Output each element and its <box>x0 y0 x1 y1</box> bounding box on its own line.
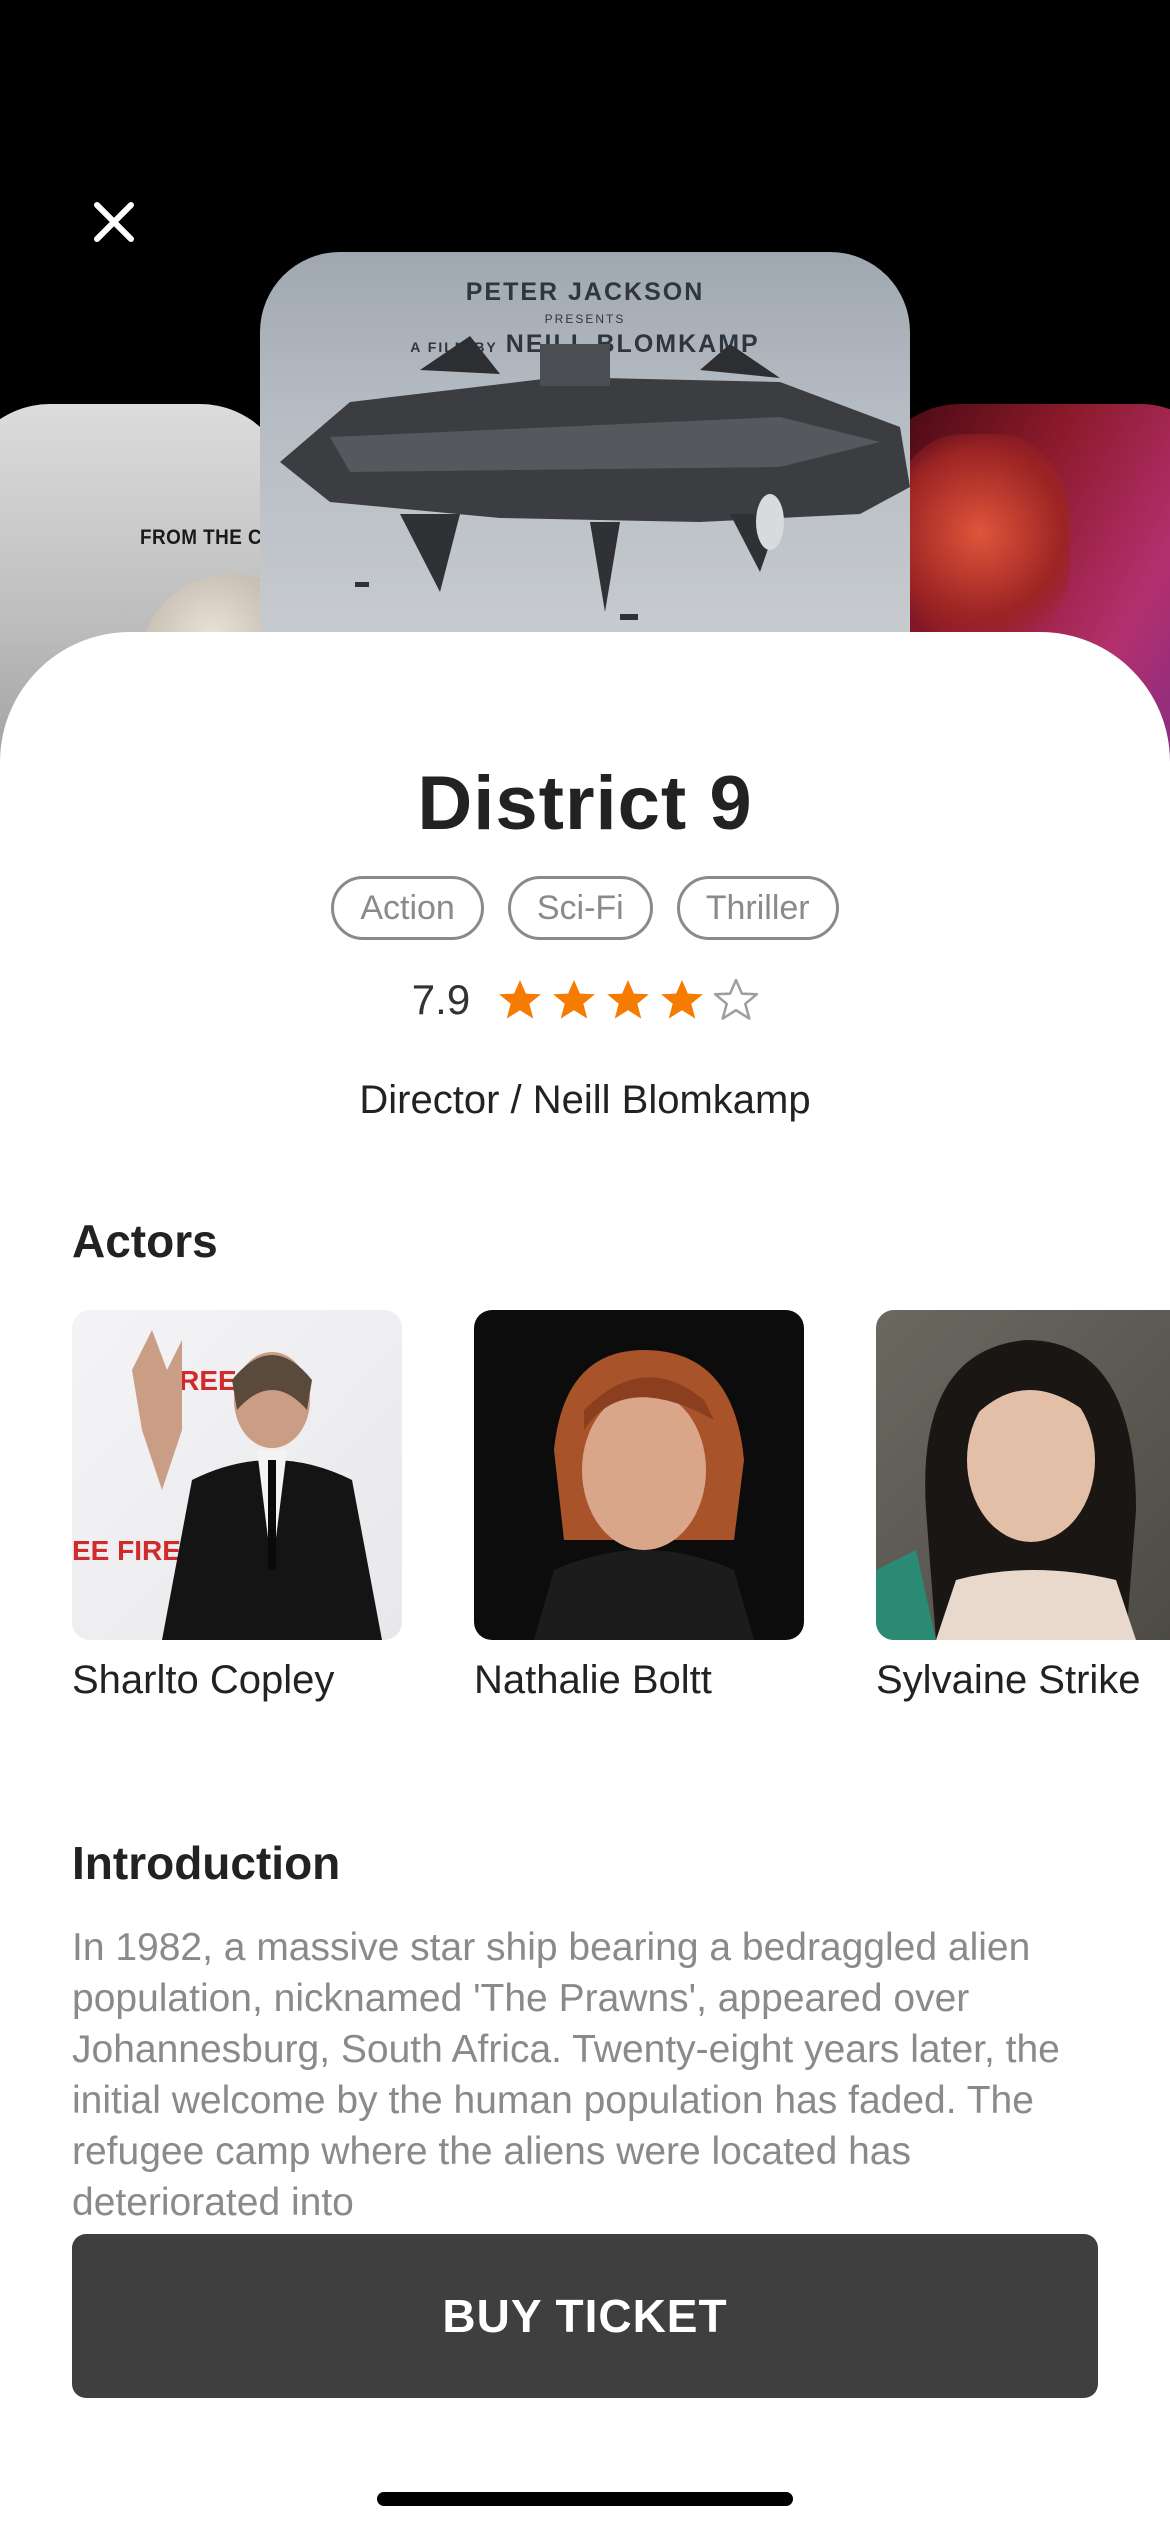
genre-tag: Sci-Fi <box>507 876 653 940</box>
actor-name: Sharlto Copley <box>72 1658 335 1702</box>
actor-photo <box>474 1310 804 1640</box>
rating-score: 7.9 <box>411 976 471 1023</box>
actor-photo-image: FREE FI EE FIRE <box>72 1330 382 1640</box>
actor-photo-image <box>534 1350 754 1640</box>
introduction-heading: Introduction <box>72 1837 341 1889</box>
director: Director / Neill Blomkamp <box>359 1078 811 1122</box>
actors-heading: Actors <box>72 1215 218 1267</box>
introduction-text: In 1982, a massive star ship bearing a b… <box>72 1926 1060 2222</box>
buy-ticket-button[interactable]: BUY TICKET <box>72 2234 1098 2398</box>
poster-tagline: FROM THE CR <box>140 526 277 549</box>
actor-list[interactable]: FREE FI EE FIRE Sharlto Copley Nathalie … <box>72 1310 1170 1703</box>
actor-photo-image <box>876 1340 1136 1640</box>
star-filled-icon <box>553 980 596 1019</box>
poster-current[interactable]: PETER JACKSON PRESENTS A FILM BY NEILL BL… <box>260 252 910 652</box>
home-indicator[interactable] <box>377 2492 793 2506</box>
genre-tag: Action <box>331 876 484 940</box>
close-icon <box>94 202 134 242</box>
genre-tag: Thriller <box>676 876 839 940</box>
genre-list: Action Sci-Fi Thriller <box>0 876 1170 940</box>
actor-photo <box>876 1310 1170 1640</box>
movie-title: District 9 <box>417 761 753 846</box>
star-filled-icon <box>607 980 650 1019</box>
svg-text:EE FIRE: EE FIRE <box>72 1535 181 1566</box>
actor-card[interactable]: Sylvaine Strike <box>876 1310 1170 1703</box>
rating: 7.9 <box>0 976 1170 1024</box>
actor-card[interactable]: Nathalie Boltt <box>474 1310 804 1703</box>
actor-name: Nathalie Boltt <box>474 1658 712 1702</box>
star-filled-icon <box>499 980 542 1019</box>
close-button[interactable] <box>72 180 156 264</box>
actor-photo: FREE FI EE FIRE <box>72 1310 402 1640</box>
poster-face-image <box>890 434 1070 654</box>
star-filled-icon <box>661 980 704 1019</box>
actor-name: Sylvaine Strike <box>876 1658 1141 1702</box>
star-rating <box>498 978 759 1022</box>
spaceship-illustration <box>280 336 910 620</box>
actor-card[interactable]: FREE FI EE FIRE Sharlto Copley <box>72 1310 402 1703</box>
movie-detail-sheet: District 9 Action Sci-Fi Thriller 7.9 Di… <box>0 632 1170 2532</box>
star-empty-icon <box>714 978 759 1020</box>
movie-detail-screen: FROM THE CR PETER JACKSON PRESENTS A FIL… <box>0 0 1170 2532</box>
